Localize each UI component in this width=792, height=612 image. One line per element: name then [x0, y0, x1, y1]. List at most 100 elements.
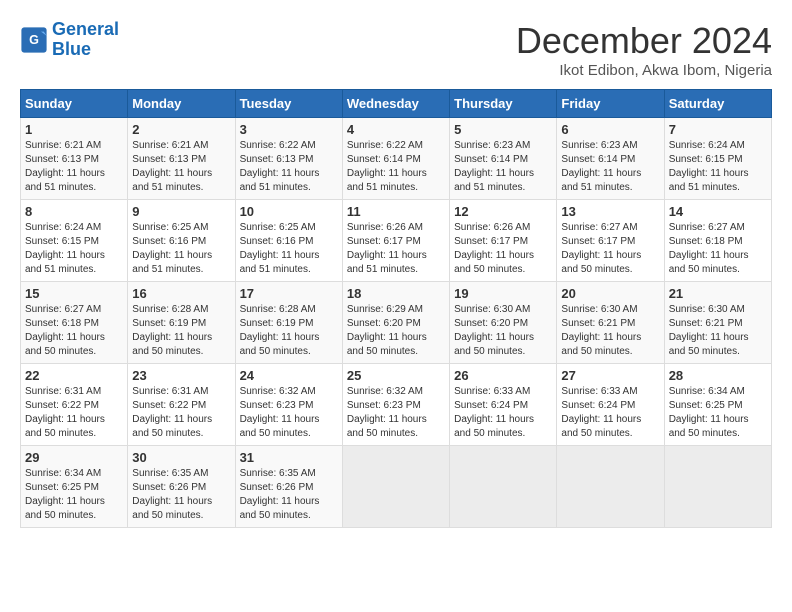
- calendar-week-row: 1 Sunrise: 6:21 AM Sunset: 6:13 PM Daylig…: [21, 118, 772, 200]
- day-info: Sunrise: 6:28 AM Sunset: 6:19 PM Dayligh…: [132, 303, 230, 359]
- calendar-day-cell: 13Sunrise: 6:27 AM Sunset: 6:17 PM Dayli…: [557, 200, 664, 282]
- calendar-day-cell: 2 Sunrise: 6:21 AM Sunset: 6:13 PM Daylig…: [128, 118, 235, 200]
- calendar-day-cell: 23Sunrise: 6:31 AM Sunset: 6:22 PM Dayli…: [128, 364, 235, 446]
- day-info: Sunrise: 6:25 AM Sunset: 6:16 PM Dayligh…: [240, 221, 338, 277]
- logo: G GeneralBlue: [20, 20, 119, 60]
- day-number: 9: [132, 204, 230, 219]
- calendar-day-cell: 9 Sunrise: 6:25 AM Sunset: 6:16 PM Daylig…: [128, 200, 235, 282]
- day-info: Sunrise: 6:33 AM Sunset: 6:24 PM Dayligh…: [561, 385, 659, 441]
- calendar-day-cell: 1 Sunrise: 6:21 AM Sunset: 6:13 PM Daylig…: [21, 118, 128, 200]
- day-info: Sunrise: 6:30 AM Sunset: 6:21 PM Dayligh…: [561, 303, 659, 359]
- calendar-day-cell: 20 Sunrise: 6:30 AM Sunset: 6:21 PM Dayli…: [557, 282, 664, 364]
- weekday-header-cell: Monday: [128, 90, 235, 118]
- day-info: Sunrise: 6:31 AM Sunset: 6:22 PM Dayligh…: [25, 385, 123, 441]
- calendar-day-cell: 15 Sunrise: 6:27 AM Sunset: 6:18 PM Dayli…: [21, 282, 128, 364]
- day-info: Sunrise: 6:27 AM Sunset: 6:18 PM Dayligh…: [25, 303, 123, 359]
- svg-text:G: G: [29, 33, 39, 47]
- weekday-header-row: SundayMondayTuesdayWednesdayThursdayFrid…: [21, 90, 772, 118]
- calendar-day-cell: 6 Sunrise: 6:23 AM Sunset: 6:14 PM Daylig…: [557, 118, 664, 200]
- day-info: Sunrise: 6:32 AM Sunset: 6:23 PM Dayligh…: [240, 385, 338, 441]
- month-title: December 2024: [516, 20, 772, 62]
- day-number: 2: [132, 122, 230, 137]
- calendar-day-cell: 22Sunrise: 6:31 AM Sunset: 6:22 PM Dayli…: [21, 364, 128, 446]
- day-number: 27: [561, 368, 659, 383]
- calendar-day-cell: 16 Sunrise: 6:28 AM Sunset: 6:19 PM Dayli…: [128, 282, 235, 364]
- calendar-day-cell: 24 Sunrise: 6:32 AM Sunset: 6:23 PM Dayli…: [235, 364, 342, 446]
- day-number: 28: [669, 368, 767, 383]
- day-number: 11: [347, 204, 445, 219]
- day-number: 5: [454, 122, 552, 137]
- day-number: 29: [25, 450, 123, 465]
- day-info: Sunrise: 6:24 AM Sunset: 6:15 PM Dayligh…: [669, 139, 767, 195]
- calendar-week-row: 29 Sunrise: 6:34 AM Sunset: 6:25 PM Dayli…: [21, 446, 772, 528]
- calendar-day-cell: 18 Sunrise: 6:29 AM Sunset: 6:20 PM Dayli…: [342, 282, 449, 364]
- day-number: 18: [347, 286, 445, 301]
- day-info: Sunrise: 6:29 AM Sunset: 6:20 PM Dayligh…: [347, 303, 445, 359]
- day-info: Sunrise: 6:26 AM Sunset: 6:17 PM Dayligh…: [454, 221, 552, 277]
- calendar-day-cell: 21 Sunrise: 6:30 AM Sunset: 6:21 PM Dayli…: [664, 282, 771, 364]
- day-info: Sunrise: 6:27 AM Sunset: 6:18 PM Dayligh…: [669, 221, 767, 277]
- day-number: 25: [347, 368, 445, 383]
- day-info: Sunrise: 6:30 AM Sunset: 6:21 PM Dayligh…: [669, 303, 767, 359]
- calendar-day-cell: [342, 446, 449, 528]
- day-info: Sunrise: 6:30 AM Sunset: 6:20 PM Dayligh…: [454, 303, 552, 359]
- day-number: 17: [240, 286, 338, 301]
- day-info: Sunrise: 6:25 AM Sunset: 6:16 PM Dayligh…: [132, 221, 230, 277]
- day-info: Sunrise: 6:34 AM Sunset: 6:25 PM Dayligh…: [25, 467, 123, 523]
- weekday-header-cell: Sunday: [21, 90, 128, 118]
- day-number: 6: [561, 122, 659, 137]
- calendar-day-cell: [664, 446, 771, 528]
- calendar-day-cell: 31 Sunrise: 6:35 AM Sunset: 6:26 PM Dayli…: [235, 446, 342, 528]
- day-info: Sunrise: 6:28 AM Sunset: 6:19 PM Dayligh…: [240, 303, 338, 359]
- calendar-day-cell: 4Sunrise: 6:22 AM Sunset: 6:14 PM Daylig…: [342, 118, 449, 200]
- calendar-day-cell: 28Sunrise: 6:34 AM Sunset: 6:25 PM Dayli…: [664, 364, 771, 446]
- calendar-day-cell: 17 Sunrise: 6:28 AM Sunset: 6:19 PM Dayli…: [235, 282, 342, 364]
- day-number: 1: [25, 122, 123, 137]
- day-number: 15: [25, 286, 123, 301]
- calendar-day-cell: 7 Sunrise: 6:24 AM Sunset: 6:15 PM Daylig…: [664, 118, 771, 200]
- day-number: 16: [132, 286, 230, 301]
- day-info: Sunrise: 6:23 AM Sunset: 6:14 PM Dayligh…: [561, 139, 659, 195]
- day-info: Sunrise: 6:35 AM Sunset: 6:26 PM Dayligh…: [240, 467, 338, 523]
- logo-icon: G: [20, 26, 48, 54]
- day-info: Sunrise: 6:21 AM Sunset: 6:13 PM Dayligh…: [25, 139, 123, 195]
- weekday-header-cell: Thursday: [450, 90, 557, 118]
- day-number: 20: [561, 286, 659, 301]
- weekday-header-cell: Saturday: [664, 90, 771, 118]
- title-block: December 2024 Ikot Edibon, Akwa Ibom, Ni…: [516, 20, 772, 79]
- weekday-header-cell: Wednesday: [342, 90, 449, 118]
- calendar-week-row: 22Sunrise: 6:31 AM Sunset: 6:22 PM Dayli…: [21, 364, 772, 446]
- day-info: Sunrise: 6:27 AM Sunset: 6:17 PM Dayligh…: [561, 221, 659, 277]
- day-info: Sunrise: 6:26 AM Sunset: 6:17 PM Dayligh…: [347, 221, 445, 277]
- day-info: Sunrise: 6:21 AM Sunset: 6:13 PM Dayligh…: [132, 139, 230, 195]
- calendar-day-cell: 29 Sunrise: 6:34 AM Sunset: 6:25 PM Dayli…: [21, 446, 128, 528]
- day-number: 12: [454, 204, 552, 219]
- day-number: 3: [240, 122, 338, 137]
- day-info: Sunrise: 6:32 AM Sunset: 6:23 PM Dayligh…: [347, 385, 445, 441]
- calendar-day-cell: 5 Sunrise: 6:23 AM Sunset: 6:14 PM Daylig…: [450, 118, 557, 200]
- day-number: 19: [454, 286, 552, 301]
- calendar-day-cell: 10 Sunrise: 6:25 AM Sunset: 6:16 PM Dayli…: [235, 200, 342, 282]
- location-subtitle: Ikot Edibon, Akwa Ibom, Nigeria: [516, 62, 772, 79]
- weekday-header-cell: Friday: [557, 90, 664, 118]
- day-info: Sunrise: 6:22 AM Sunset: 6:13 PM Dayligh…: [240, 139, 338, 195]
- logo-text: GeneralBlue: [52, 20, 119, 60]
- calendar-day-cell: [450, 446, 557, 528]
- day-number: 7: [669, 122, 767, 137]
- calendar-day-cell: 3 Sunrise: 6:22 AM Sunset: 6:13 PM Daylig…: [235, 118, 342, 200]
- day-number: 30: [132, 450, 230, 465]
- calendar-day-cell: 8 Sunrise: 6:24 AM Sunset: 6:15 PM Daylig…: [21, 200, 128, 282]
- calendar-day-cell: [557, 446, 664, 528]
- day-info: Sunrise: 6:24 AM Sunset: 6:15 PM Dayligh…: [25, 221, 123, 277]
- day-number: 24: [240, 368, 338, 383]
- day-number: 26: [454, 368, 552, 383]
- day-number: 31: [240, 450, 338, 465]
- day-number: 21: [669, 286, 767, 301]
- calendar-week-row: 15 Sunrise: 6:27 AM Sunset: 6:18 PM Dayli…: [21, 282, 772, 364]
- day-number: 4: [347, 122, 445, 137]
- day-number: 8: [25, 204, 123, 219]
- day-number: 10: [240, 204, 338, 219]
- day-number: 23: [132, 368, 230, 383]
- weekday-header-cell: Tuesday: [235, 90, 342, 118]
- day-info: Sunrise: 6:23 AM Sunset: 6:14 PM Dayligh…: [454, 139, 552, 195]
